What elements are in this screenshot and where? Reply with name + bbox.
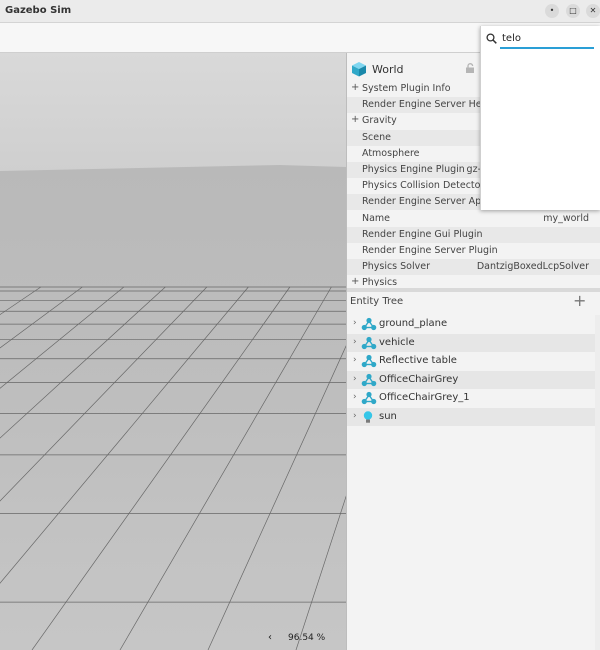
minimize-button[interactable]: • bbox=[545, 4, 559, 18]
entity-tree-item[interactable]: › Reflective table bbox=[347, 352, 595, 370]
entity-name-label: ground_plane bbox=[379, 318, 448, 329]
model-icon bbox=[361, 391, 377, 408]
add-entity-button[interactable]: + bbox=[573, 291, 586, 310]
maximize-button[interactable]: □ bbox=[566, 4, 580, 18]
scrollbar[interactable] bbox=[595, 315, 600, 650]
model-icon bbox=[361, 354, 377, 371]
chevron-right-icon[interactable]: › bbox=[353, 337, 357, 347]
property-row[interactable]: Render Engine Server Plugin bbox=[347, 243, 600, 259]
cube-icon bbox=[352, 62, 366, 77]
property-value: DantzigBoxedLcpSolver bbox=[476, 261, 589, 273]
property-value: my_world bbox=[543, 212, 589, 224]
entity-tree-item[interactable]: › vehicle bbox=[347, 333, 595, 353]
entity-name-label: vehicle bbox=[379, 336, 415, 348]
property-label: Physics bbox=[362, 277, 398, 286]
plugin-search-input[interactable] bbox=[500, 30, 594, 49]
chevron-right-icon[interactable]: › bbox=[353, 392, 357, 402]
panel-splitter[interactable] bbox=[347, 288, 600, 292]
scene-render bbox=[0, 53, 346, 650]
entity-tree-item[interactable]: › sun bbox=[347, 408, 595, 426]
light-bulb-icon bbox=[361, 410, 375, 427]
property-label: Atmosphere bbox=[362, 147, 420, 159]
property-row[interactable]: Physics Solver DantzigBoxedLcpSolver bbox=[347, 259, 600, 276]
search-icon bbox=[486, 33, 497, 44]
model-icon bbox=[361, 317, 377, 334]
rtf-expand-icon[interactable]: ‹ bbox=[268, 632, 272, 643]
property-label: Physics Engine Plugin bbox=[362, 164, 465, 175]
model-icon bbox=[361, 373, 377, 390]
expand-icon[interactable]: + bbox=[351, 276, 359, 286]
model-icon bbox=[361, 336, 377, 353]
window-title-bar: Gazebo Sim • □ ✕ bbox=[0, 0, 600, 23]
entity-name: World bbox=[372, 63, 404, 76]
chevron-right-icon[interactable]: › bbox=[353, 411, 357, 421]
property-label: System Plugin Info bbox=[362, 83, 451, 94]
expand-icon[interactable]: + bbox=[351, 82, 359, 93]
property-row[interactable]: + Physics bbox=[347, 275, 600, 286]
entity-tree-title: Entity Tree bbox=[350, 296, 404, 307]
chevron-right-icon[interactable]: › bbox=[353, 318, 357, 328]
close-button[interactable]: ✕ bbox=[586, 4, 600, 18]
entity-name-label: Reflective table bbox=[379, 355, 457, 367]
property-label: Gravity bbox=[362, 115, 397, 127]
plugin-search-popup bbox=[480, 26, 600, 210]
entity-tree-item[interactable]: › OfficeChairGrey bbox=[347, 370, 595, 390]
window-title: Gazebo Sim bbox=[5, 5, 72, 16]
entity-name-label: OfficeChairGrey_1 bbox=[379, 392, 470, 404]
property-row[interactable]: Name my_world bbox=[347, 211, 600, 227]
entity-tree-item[interactable]: › ground_plane bbox=[347, 315, 595, 333]
entity-name-label: OfficeChairGrey bbox=[379, 373, 459, 385]
chevron-right-icon[interactable]: › bbox=[353, 374, 357, 384]
chevron-right-icon[interactable]: › bbox=[353, 355, 357, 365]
property-label: Render Engine Server Plugin bbox=[362, 245, 498, 256]
property-label: Name bbox=[362, 212, 391, 224]
3d-viewport[interactable] bbox=[0, 53, 346, 650]
property-row[interactable]: Render Engine Gui Plugin bbox=[347, 226, 600, 243]
property-label: Physics Collision Detector bbox=[362, 180, 485, 192]
property-label: Render Engine Gui Plugin bbox=[362, 228, 483, 240]
property-label: Physics Solver bbox=[362, 261, 431, 273]
entity-tree-item[interactable]: › OfficeChairGrey_1 bbox=[347, 389, 595, 407]
lock-icon[interactable] bbox=[465, 63, 475, 73]
property-label: Scene bbox=[362, 131, 391, 143]
entity-name-label: sun bbox=[379, 411, 397, 422]
expand-icon[interactable]: + bbox=[351, 114, 359, 125]
real-time-factor: 96.54 % bbox=[288, 633, 326, 643]
